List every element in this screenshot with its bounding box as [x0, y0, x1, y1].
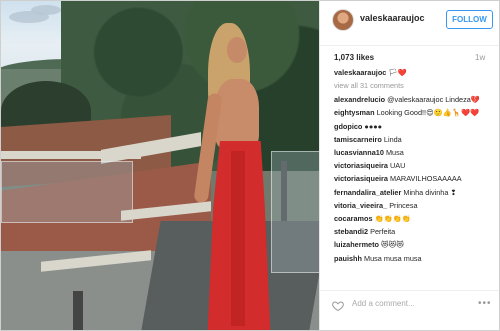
comment-text: Minha divinha ❢ [403, 187, 457, 197]
comment-username[interactable]: tamiscarneiro [334, 135, 382, 144]
likes-count[interactable]: 1,073 likes [334, 53, 374, 62]
photo-model-face [227, 37, 247, 63]
comment-item: victoriasiqueira MARAVILHOSAAAAA [334, 174, 494, 183]
comment-text: 👏👏👏👏 [374, 214, 411, 224]
comment-item: stebandi2 Perfeita [334, 227, 494, 236]
comment-username[interactable]: luizahermeto [334, 240, 379, 249]
comment-username[interactable]: valeskaaraujoc [334, 68, 386, 77]
heart-icon[interactable] [332, 300, 344, 312]
comment-item: luizahermeto 😻😻😻 [334, 240, 494, 249]
comment-text: ●●●● [364, 121, 383, 131]
comment-item: fernandalira_atelier Minha divinha ❢ [334, 188, 494, 197]
post-username[interactable]: valeskaaraujoc [360, 13, 425, 23]
photo-cloud [31, 5, 61, 15]
comment-username[interactable]: pauishh [334, 254, 362, 263]
comment-item: gdopico ●●●● [334, 122, 494, 131]
comment-username[interactable]: victoriasiqueira [334, 174, 388, 183]
comment-text: Linda [383, 134, 402, 144]
comment-username[interactable]: victoriasiqueira [334, 161, 388, 170]
comment-username[interactable]: cocaramos [334, 214, 373, 223]
comment-item: tamiscarneiro Linda [334, 135, 494, 144]
photo-post [73, 291, 83, 330]
instagram-post-window: valeskaaraujoc FOLLOW 1,073 likes 1w val… [0, 0, 500, 331]
comment-username[interactable]: stebandi2 [334, 227, 368, 236]
follow-button[interactable]: FOLLOW [446, 10, 493, 29]
post-side-panel: valeskaaraujoc FOLLOW 1,073 likes 1w val… [319, 1, 499, 330]
comment-text: MARAVILHOSAAAAA [389, 174, 462, 184]
comment-username[interactable]: alexandrelucio [334, 95, 385, 104]
comment-username[interactable]: lucasvianna10 [334, 148, 384, 157]
comment-text: Perfeita [370, 227, 396, 237]
add-comment-input[interactable]: Add a comment... [352, 299, 415, 308]
comment-item: victoriasiqueira UAU [334, 161, 494, 170]
avatar[interactable] [332, 9, 354, 31]
comment-item: vitoria_vieeira_ Princesa [334, 201, 494, 210]
photo-glass-rail [1, 161, 133, 223]
comment-item: pauishh Musa musa musa [334, 254, 494, 263]
comment-username[interactable]: eightysman [334, 108, 375, 117]
comment-text: @valeskaaraujoc Lindeza💔 [387, 95, 480, 105]
comment-text: UAU [389, 161, 406, 171]
photo-model-dress-shade [231, 151, 245, 326]
comment-username[interactable]: vitoria_vieeira_ [334, 201, 387, 210]
post-time[interactable]: 1w [475, 53, 485, 62]
photo-glass-rail [271, 151, 319, 273]
comment-item: alexandrelucio @valeskaaraujoc Lindeza💔 [334, 95, 494, 104]
comment-text: Musa [385, 148, 404, 158]
view-all-comments-link[interactable]: view all 31 comments [334, 81, 494, 90]
comment-item: eightysman Looking Good!!😍🙂👍🦒❤️❤️ [334, 108, 494, 117]
photo-model-back [215, 79, 259, 149]
photo-wall [1, 151, 141, 159]
comment-username[interactable]: fernandalira_atelier [334, 188, 401, 197]
comment-text: Princesa [389, 200, 418, 210]
comment-item: lucasvianna10 Musa [334, 148, 494, 157]
post-photo[interactable] [1, 1, 319, 330]
comment-text: Looking Good!!😍🙂👍🦒❤️❤️ [376, 108, 480, 118]
comment-text: 😻😻😻 [381, 240, 404, 250]
comment-text: 🏳❤️ [388, 68, 407, 77]
comment-item: cocaramos 👏👏👏👏 [334, 214, 494, 223]
more-options-icon[interactable]: ••• [478, 298, 492, 309]
comment-list: valeskaaraujoc 🏳❤️ view all 31 comments … [334, 68, 494, 284]
comment-item: valeskaaraujoc 🏳❤️ [334, 68, 494, 77]
comment-bar: Add a comment... ••• [320, 290, 499, 330]
comment-username[interactable]: gdopico [334, 122, 362, 131]
post-header: valeskaaraujoc FOLLOW [320, 1, 499, 46]
comment-text: Musa musa musa [364, 253, 422, 263]
